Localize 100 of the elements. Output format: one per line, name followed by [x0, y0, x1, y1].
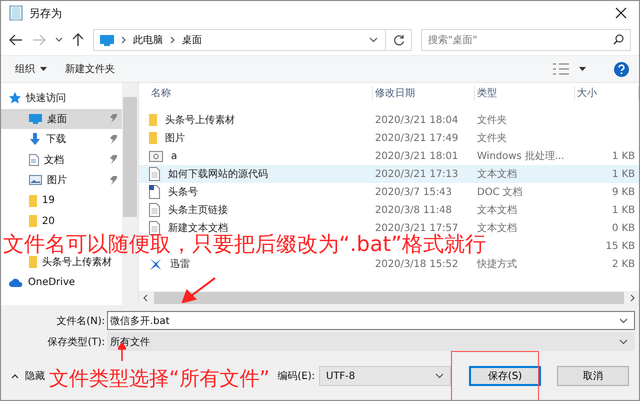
- file-row[interactable]: 迅雷 2020/3/18 15:52 快捷方式 2 KB: [139, 255, 639, 273]
- sidebar-item[interactable]: 快速访问: [1, 88, 122, 108]
- type-cell-text: 文本文档: [476, 168, 518, 181]
- file-name: 新建文本文档: [168, 222, 228, 234]
- sidebar-label: OneDrive: [28, 277, 76, 288]
- sidebar-label: 19: [42, 195, 55, 206]
- type-cell-text: Windows 批处理...: [476, 150, 566, 163]
- column-header[interactable]: 大小: [575, 86, 639, 100]
- type-cell-text: 快捷方式: [476, 258, 518, 271]
- file-row[interactable]: 头条号上传素材 2020/3/21 18:04 文件夹: [139, 111, 639, 129]
- sidebar-item[interactable]: 桌面: [1, 108, 122, 129]
- file-row[interactable]: 图片 2020/3/21 17:49 文件夹: [139, 129, 639, 147]
- text-file-icon: [149, 221, 160, 235]
- sidebar-item[interactable]: 文档: [1, 150, 122, 170]
- type-cell-text: 文本文档: [476, 222, 518, 234]
- dropdown-caret-icon[interactable]: [619, 338, 628, 344]
- cancel-button[interactable]: 取消: [557, 366, 629, 386]
- file-name: 图片: [165, 132, 185, 145]
- search-icon[interactable]: [613, 34, 624, 45]
- date-cell-text: 2020/3/21 18:04: [374, 114, 460, 126]
- dropdown-caret-icon[interactable]: [619, 318, 628, 324]
- view-list-icon[interactable]: [553, 63, 569, 75]
- chevron-icon: [170, 36, 175, 44]
- dropdown-caret-icon[interactable]: [369, 37, 378, 43]
- sidebar-label: 桌面: [47, 112, 67, 126]
- folder-icon: [29, 215, 37, 228]
- address-bar[interactable]: 此电脑 桌面: [93, 29, 412, 51]
- caret-icon: [40, 66, 47, 72]
- up-arrow-icon[interactable]: [72, 33, 84, 47]
- column-header[interactable]: 类型: [475, 86, 575, 100]
- caret-up-icon[interactable]: [11, 374, 19, 378]
- annotation-text: 文件名可以随便取，只要把后缀改为“.bat”格式就行: [3, 235, 486, 253]
- sidebar-item[interactable]: 20: [1, 211, 122, 232]
- scroll-left-icon[interactable]: [143, 294, 148, 302]
- size-cell-text: 2 KB: [611, 258, 635, 270]
- sidebar-item[interactable]: 图片: [1, 170, 122, 190]
- file-row[interactable]: a 2020/3/21 18:01 Windows 批处理... 1 KB: [139, 147, 639, 165]
- file-name: a: [171, 150, 178, 162]
- text-file-icon: [149, 203, 160, 217]
- dropdown-caret-icon[interactable]: [435, 373, 444, 379]
- column-header[interactable]: 名称: [149, 86, 373, 100]
- date-cell-text: 2020/3/18 15:52: [374, 258, 460, 270]
- window-title: 另存为: [29, 6, 62, 20]
- sidebar-item[interactable]: OneDrive: [1, 272, 122, 293]
- cloud-icon: [9, 278, 23, 288]
- caret-icon[interactable]: [579, 66, 586, 72]
- date-cell-text: 2020/3/21 17:49: [374, 132, 460, 144]
- chevron-icon: [121, 36, 126, 44]
- folder-icon: [29, 256, 37, 268]
- sidebar-label: 文档: [44, 154, 64, 167]
- folder-icon: [149, 114, 157, 126]
- file-name: 如何下载网站的源代码: [168, 168, 268, 181]
- date-cell-text: 2020/3/21 17:57: [374, 222, 460, 234]
- file-row[interactable]: 头条号 2020/3/7 15:43 DOC 文档 9 KB: [139, 183, 639, 201]
- scroll-right-icon[interactable]: [630, 294, 635, 302]
- sidebar-label: 20: [42, 216, 55, 227]
- size-cell-text: 1 KB: [611, 204, 635, 216]
- date-cell-text: 2020/3/21 18:01: [374, 150, 460, 162]
- sidebar-label: 快速访问: [26, 92, 66, 106]
- sidebar-item[interactable]: 下载: [1, 129, 122, 150]
- filename-field[interactable]: 微信多开.bat: [107, 311, 635, 330]
- close-icon[interactable]: [615, 7, 627, 19]
- file-row[interactable]: 15 KB: [567, 237, 639, 255]
- horizontal-scrollbar[interactable]: [139, 291, 639, 305]
- file-row[interactable]: 如何下载网站的源代码 2020/3/21 17:13 文本文档 1 KB: [139, 165, 639, 183]
- file-name: 迅雷: [170, 258, 190, 271]
- new-folder-button[interactable]: 新建文件夹: [61, 60, 119, 78]
- encoding-dropdown[interactable]: UTF-8: [319, 366, 451, 386]
- refresh-icon[interactable]: [393, 34, 405, 46]
- save-button[interactable]: 保存(S): [469, 366, 541, 386]
- word-file-icon: [149, 185, 160, 199]
- file-name: 头条主页链接: [168, 204, 228, 217]
- file-row[interactable]: 头条主页链接 2020/3/8 11:48 文本文档 1 KB: [139, 201, 639, 219]
- picture-icon: [29, 175, 42, 186]
- date-cell-text: 2020/3/7 15:43: [374, 186, 453, 198]
- encoding-label: 编码(E):: [278, 370, 315, 383]
- sidebar-label: 下载: [46, 132, 66, 146]
- annotation-arrow: [181, 277, 217, 303]
- sidebar-item[interactable]: 19: [1, 190, 122, 211]
- sidebar-label: 图片: [47, 174, 67, 188]
- breadcrumb-item[interactable]: 此电脑: [133, 33, 163, 47]
- field-label: 文件名(N):: [55, 314, 106, 328]
- hide-folders-toggle[interactable]: 隐藏: [25, 369, 45, 383]
- type-cell-text: DOC 文档: [476, 186, 524, 199]
- type-cell-text: 文件夹: [476, 132, 508, 145]
- type-cell-text: 文件夹: [476, 114, 508, 127]
- date-cell-text: 2020/3/21 17:13: [374, 168, 460, 180]
- back-arrow-icon[interactable]: [9, 34, 23, 46]
- organize-menu-button[interactable]: 组织: [11, 60, 51, 78]
- file-type-dropdown[interactable]: 所有文件: [107, 332, 635, 351]
- size-cell-text: 1 KB: [611, 150, 635, 162]
- size-cell-text: 9 KB: [611, 186, 635, 198]
- document-icon: [29, 154, 39, 166]
- search-field[interactable]: 搜索"桌面": [421, 29, 631, 51]
- help-icon[interactable]: [614, 62, 629, 76]
- monitor-icon: [100, 34, 114, 46]
- file-name: 头条号: [168, 186, 198, 199]
- breadcrumb-item[interactable]: 桌面: [182, 33, 202, 47]
- caret-icon[interactable]: [55, 37, 63, 43]
- column-header[interactable]: 修改日期: [373, 86, 475, 100]
